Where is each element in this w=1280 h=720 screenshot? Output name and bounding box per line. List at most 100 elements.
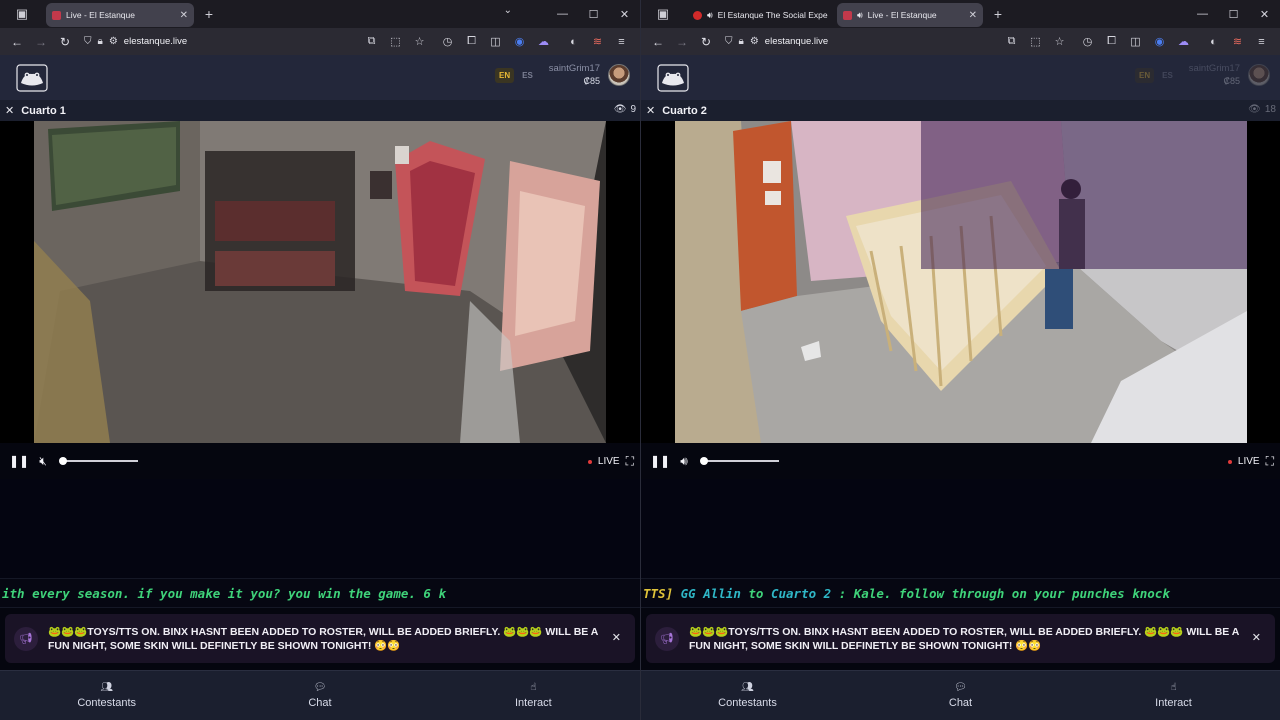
nav-interact[interactable]: ☝︎ Interact bbox=[427, 671, 640, 720]
browser-tab[interactable]: Live - El Estanque ✕ bbox=[46, 3, 194, 27]
lock-icon[interactable]: 🔒︎ bbox=[739, 36, 744, 47]
fullscreen-icon[interactable]: ⛶ bbox=[1266, 454, 1274, 469]
balance: ₡85 bbox=[1223, 76, 1240, 86]
page-settings-icon[interactable]: ⚙︎ bbox=[109, 36, 118, 47]
nav-contestants[interactable]: 👥︎ Contestants bbox=[0, 671, 213, 720]
close-tab-icon[interactable]: ✕ bbox=[963, 10, 977, 21]
tab-list-icon[interactable]: ▣ bbox=[649, 3, 677, 25]
lang-en-button[interactable]: EN bbox=[1134, 67, 1155, 83]
browser-tab[interactable]: 🔊︎ El Estanque The Social Expe ✕ bbox=[687, 3, 833, 27]
extension-off-icon[interactable]: ◫ bbox=[1125, 32, 1146, 52]
extension-circle-icon[interactable]: ◉ bbox=[1149, 32, 1170, 52]
url-bar[interactable]: ⛉ 🔒︎ ⚙︎ elestanque.live bbox=[84, 31, 359, 53]
history-icon[interactable]: ◷ bbox=[1077, 32, 1098, 52]
screenshot-icon[interactable]: ⬚ bbox=[385, 32, 406, 52]
toolbar-icons: ⧉ ⬚ ☆ ◷ ⧠ ◫ ◉ ☁ ◐ ≋ ≡ bbox=[361, 32, 632, 52]
back-arrow-icon[interactable]: ← bbox=[6, 31, 28, 53]
volume-slider[interactable] bbox=[700, 457, 779, 465]
tab-strip: ▣ Live - El Estanque ✕ + ⌄ — ☐ ✕ bbox=[0, 0, 640, 28]
lock-icon[interactable]: 🔒︎ bbox=[98, 36, 103, 47]
speaker-icon[interactable]: 🔊︎ bbox=[673, 454, 695, 469]
pause-icon[interactable]: ❚❚ bbox=[649, 454, 671, 468]
new-tab-button[interactable]: + bbox=[198, 6, 220, 22]
maximize-icon[interactable]: ☐ bbox=[578, 8, 609, 21]
frog-logo-icon[interactable] bbox=[16, 63, 48, 92]
browser-tab[interactable]: 🔊︎ Live - El Estanque ✕ bbox=[837, 3, 983, 27]
announcement-area: 📢︎ 🐸🐸🐸TOYS/TTS ON. BINX HASNT BEEN ADDED… bbox=[0, 608, 640, 671]
bookmark-star-icon[interactable]: ☆ bbox=[1049, 32, 1070, 52]
close-announcement-icon[interactable]: ✕ bbox=[612, 631, 621, 644]
tab-title: Live - El Estanque bbox=[66, 10, 135, 20]
extension-gift-icon[interactable]: ≋ bbox=[1227, 32, 1248, 52]
account-icon[interactable]: ◐ bbox=[563, 32, 584, 52]
url-text[interactable]: elestanque.live bbox=[124, 36, 187, 47]
bookmark-star-icon[interactable]: ☆ bbox=[409, 32, 430, 52]
pause-icon[interactable]: ❚❚ bbox=[8, 454, 30, 468]
maximize-icon[interactable]: ☐ bbox=[1218, 8, 1249, 21]
lang-es-button[interactable]: ES bbox=[522, 71, 533, 80]
avatar[interactable] bbox=[1248, 64, 1270, 86]
hand-pointer-icon: ☝︎ bbox=[530, 682, 537, 693]
url-text[interactable]: elestanque.live bbox=[765, 36, 828, 47]
history-icon[interactable]: ◷ bbox=[437, 32, 458, 52]
volume-knob[interactable] bbox=[59, 457, 67, 465]
ticker-text: to bbox=[740, 586, 771, 601]
menu-icon[interactable]: ≡ bbox=[1251, 32, 1272, 52]
url-bar[interactable]: ⛉ 🔒︎ ⚙︎ elestanque.live bbox=[725, 31, 999, 53]
extensions-icon[interactable]: ⧠ bbox=[461, 32, 482, 52]
minimize-icon[interactable]: — bbox=[1187, 8, 1218, 20]
player-area-blank bbox=[0, 479, 640, 578]
nav-contestants[interactable]: 👥︎ Contestants bbox=[641, 671, 854, 720]
muted-speaker-icon[interactable]: 🔇︎ bbox=[32, 454, 54, 469]
close-announcement-icon[interactable]: ✕ bbox=[1252, 631, 1261, 644]
close-window-icon[interactable]: ✕ bbox=[1249, 8, 1280, 21]
close-window-icon[interactable]: ✕ bbox=[609, 8, 640, 21]
page-settings-icon[interactable]: ⚙︎ bbox=[750, 36, 759, 47]
extensions-icon[interactable]: ⧠ bbox=[1101, 32, 1122, 52]
fullscreen-icon[interactable]: ⛶ bbox=[626, 454, 634, 469]
nav-chat[interactable]: 💬︎ Chat bbox=[213, 671, 426, 720]
chevron-down-icon[interactable]: ⌄ bbox=[504, 5, 512, 16]
account-icon[interactable]: ◐ bbox=[1203, 32, 1224, 52]
user-info[interactable]: saintGrim17 ₡85 bbox=[1189, 63, 1240, 87]
speaker-icon[interactable]: 🔊︎ bbox=[707, 10, 713, 21]
shield-icon[interactable]: ⛉ bbox=[725, 36, 733, 47]
nav-bar: ← → ↻ ⛉ 🔒︎ ⚙︎ elestanque.live ⧉ ⬚ ☆ ◷ ⧠ … bbox=[641, 28, 1280, 55]
new-tab-button[interactable]: + bbox=[987, 6, 1009, 22]
shield-icon[interactable]: ⛉ bbox=[84, 36, 92, 47]
live-dot-icon bbox=[1227, 459, 1232, 464]
speaker-icon[interactable]: 🔊︎ bbox=[857, 10, 863, 21]
avatar[interactable] bbox=[608, 64, 630, 86]
extension-cloud-icon[interactable]: ☁ bbox=[533, 32, 554, 52]
nav-bar: ← → ↻ ⛉ 🔒︎ ⚙︎ elestanque.live ⧉ ⬚ ☆ ◷ ⧠ … bbox=[0, 28, 640, 55]
extension-circle-icon[interactable]: ◉ bbox=[509, 32, 530, 52]
video-player[interactable] bbox=[641, 121, 1280, 443]
close-tab-icon[interactable]: ✕ bbox=[174, 10, 188, 21]
nav-interact[interactable]: ☝︎ Interact bbox=[1067, 671, 1280, 720]
user-info[interactable]: saintGrim17 ₡85 bbox=[549, 63, 600, 87]
forward-arrow-icon[interactable]: → bbox=[671, 31, 693, 53]
volume-slider[interactable] bbox=[59, 457, 138, 465]
forward-arrow-icon[interactable]: → bbox=[30, 31, 52, 53]
nav-chat[interactable]: 💬︎ Chat bbox=[854, 671, 1067, 720]
close-room-icon[interactable]: ✕ bbox=[646, 104, 655, 117]
menu-icon[interactable]: ≡ bbox=[611, 32, 632, 52]
video-player[interactable] bbox=[0, 121, 640, 443]
close-room-icon[interactable]: ✕ bbox=[5, 104, 14, 117]
back-arrow-icon[interactable]: ← bbox=[647, 31, 669, 53]
volume-knob[interactable] bbox=[700, 457, 708, 465]
reload-icon[interactable]: ↻ bbox=[54, 31, 76, 53]
extension-cloud-icon[interactable]: ☁ bbox=[1173, 32, 1194, 52]
screenshot-icon[interactable]: ⬚ bbox=[1025, 32, 1046, 52]
reload-icon[interactable]: ↻ bbox=[695, 31, 717, 53]
extension-off-icon[interactable]: ◫ bbox=[485, 32, 506, 52]
frog-logo-icon[interactable] bbox=[657, 63, 689, 92]
picture-in-picture-icon[interactable]: ⧉ bbox=[361, 32, 382, 52]
lang-es-button[interactable]: ES bbox=[1162, 71, 1173, 80]
youtube-favicon-icon bbox=[693, 10, 702, 20]
tab-list-icon[interactable]: ▣ bbox=[8, 3, 36, 25]
minimize-icon[interactable]: — bbox=[547, 8, 578, 20]
lang-en-button[interactable]: EN bbox=[494, 67, 515, 83]
picture-in-picture-icon[interactable]: ⧉ bbox=[1001, 32, 1022, 52]
extension-gift-icon[interactable]: ≋ bbox=[587, 32, 608, 52]
